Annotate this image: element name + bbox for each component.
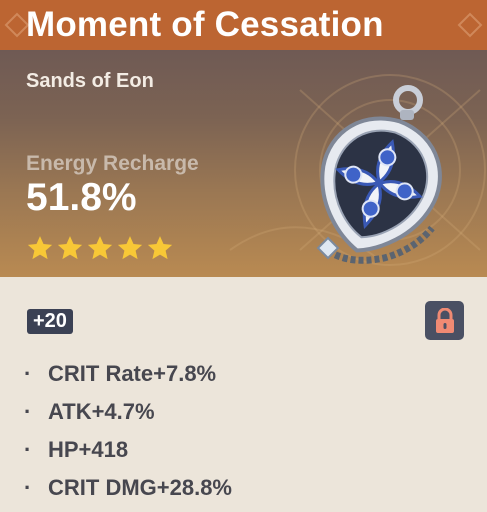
substat-text: ATK+4.7%: [48, 399, 155, 424]
bullet-icon: ·: [24, 399, 32, 424]
bullet-icon: ·: [24, 475, 32, 500]
main-stat-value: 51.8%: [26, 176, 137, 219]
artifact-details-panel: +20 · CRIT Rate+7.8% · ATK+4.7% · HP+418 · C…: [0, 277, 487, 512]
star-icon: [87, 236, 113, 260]
artifact-card: Moment of Cessation Sands of Eon Energy …: [0, 0, 487, 512]
artifact-set-name: Sands of Eon: [26, 70, 154, 92]
substat-item: · CRIT DMG+28.8%: [24, 469, 232, 507]
rarity-stars: [26, 234, 174, 264]
artifact-main-panel: Sands of Eon Energy Recharge 51.8%: [0, 50, 487, 277]
substat-text: CRIT DMG+28.8%: [48, 475, 232, 500]
substat-list: · CRIT Rate+7.8% · ATK+4.7% · HP+418 · CRIT …: [24, 355, 232, 507]
star-icon: [117, 236, 143, 260]
artifact-header: Moment of Cessation: [0, 0, 487, 52]
substat-item: · CRIT Rate+7.8%: [24, 355, 232, 393]
bullet-icon: ·: [24, 437, 32, 462]
star-icon: [147, 236, 173, 260]
lock-button[interactable]: [425, 301, 464, 340]
artifact-image: [316, 85, 442, 264]
substat-text: HP+418: [48, 437, 129, 462]
lock-icon: [435, 307, 454, 333]
substat-item: · HP+418: [24, 431, 232, 469]
pocket-watch-ring: [393, 85, 423, 115]
substat-text: CRIT Rate+7.8%: [48, 361, 217, 386]
header-ornament-right-icon: [457, 12, 483, 38]
substat-item: · ATK+4.7%: [24, 393, 232, 431]
star-icon: [57, 236, 83, 260]
star-icon: [27, 236, 53, 260]
pocket-watch-crown: [400, 110, 414, 120]
artifact-name: Moment of Cessation: [26, 5, 384, 44]
level-badge: +20: [27, 309, 73, 334]
bullet-icon: ·: [24, 361, 32, 386]
main-stat-label: Energy Recharge: [26, 152, 199, 175]
